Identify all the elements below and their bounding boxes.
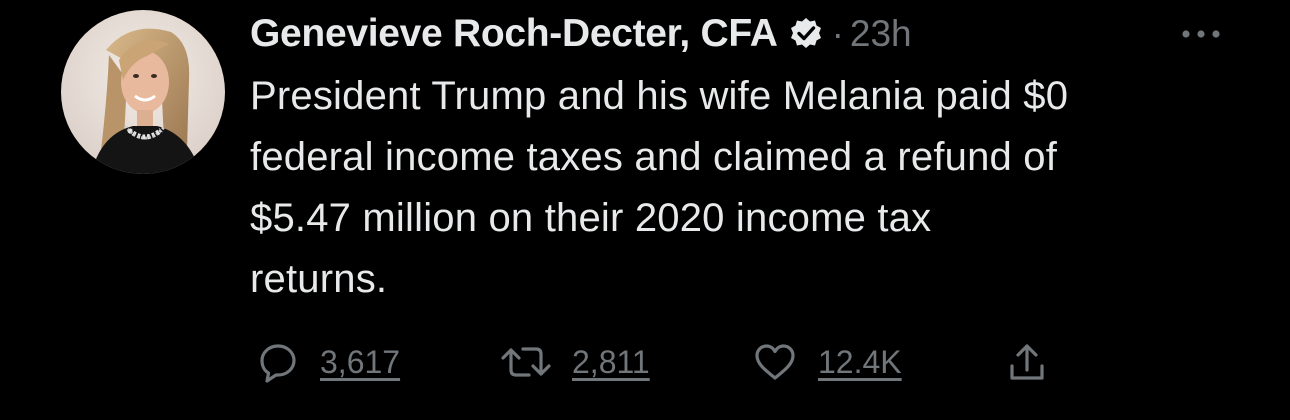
more-options-icon[interactable] — [1178, 24, 1224, 44]
retweet-count[interactable]: 2,811 — [572, 344, 650, 381]
reply-button[interactable]: 3,617 — [256, 330, 400, 394]
author-display-name[interactable]: Genevieve Roch-Decter, CFA — [250, 12, 778, 56]
reply-count[interactable]: 3,617 — [320, 344, 400, 381]
share-button[interactable] — [1005, 330, 1049, 394]
share-icon — [1005, 340, 1049, 384]
tweet-text-line: $5.47 million on their 2020 income tax — [250, 196, 932, 240]
tweet: Genevieve Roch-Decter, CFA · 23h Preside… — [0, 0, 1290, 420]
avatar[interactable] — [61, 10, 225, 174]
reply-icon — [256, 340, 300, 384]
tweet-text-line: federal income taxes and claimed a refun… — [250, 135, 1058, 179]
like-count[interactable]: 12.4K — [818, 344, 902, 381]
like-icon — [752, 340, 798, 384]
tweet-text-line: returns. — [250, 257, 388, 301]
retweet-button[interactable]: 2,811 — [500, 330, 650, 394]
like-button[interactable]: 12.4K — [752, 330, 902, 394]
tweet-actions: 3,617 2,811 12.4K — [0, 330, 1290, 394]
separator-dot: · — [831, 13, 844, 54]
tweet-text: President Trump and his wife Melania pai… — [250, 66, 1260, 310]
tweet-header: Genevieve Roch-Decter, CFA · 23h — [250, 8, 912, 60]
verified-badge-icon — [788, 16, 824, 52]
retweet-icon — [500, 340, 552, 384]
tweet-timestamp[interactable]: 23h — [850, 13, 912, 55]
avatar-image — [61, 10, 225, 174]
tweet-text-line: President Trump and his wife Melania pai… — [250, 74, 1069, 118]
